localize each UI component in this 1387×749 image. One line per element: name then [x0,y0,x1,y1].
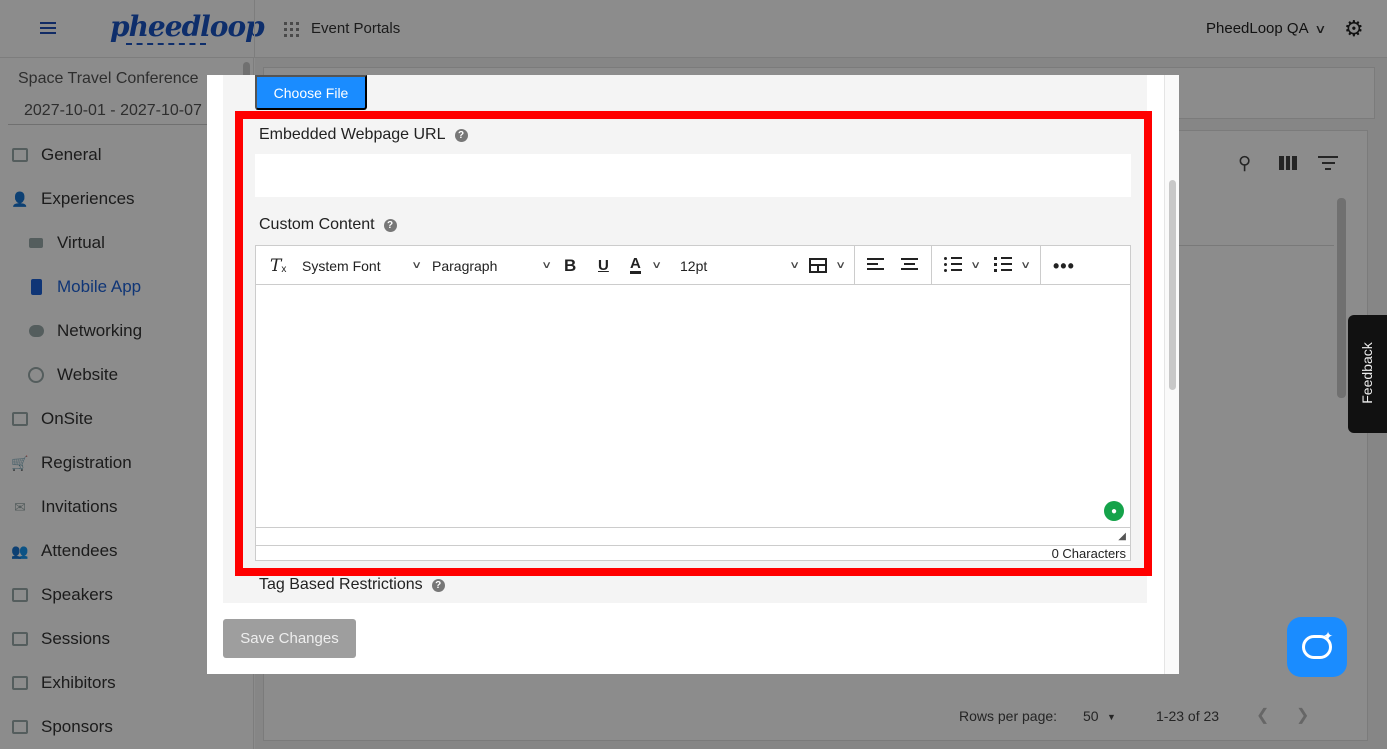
numbered-list-icon [994,256,1012,275]
edit-modal: Choose File Embedded Webpage URL ? Custo… [207,75,1179,674]
choose-file-button[interactable]: Choose File [255,75,367,110]
help-icon[interactable]: ? [431,578,445,592]
character-count: 0 Characters [1051,546,1126,561]
underline-icon: U [598,257,609,274]
block-format-select[interactable]: Paragraph ∨ [432,246,552,285]
more-icon: ••• [1053,255,1075,276]
embedded-url-label: Embedded Webpage URL ? [259,126,468,144]
numbered-list-button[interactable]: ∨ [994,246,1032,285]
align-left-icon [867,258,884,273]
resize-handle-icon[interactable]: ◢ [1118,531,1126,542]
rich-text-editor: Tx System Font ∨ Paragraph ∨ B U A ∨ 12p… [255,245,1131,561]
font-family-value: System Font [302,257,381,274]
block-format-value: Paragraph [432,257,498,274]
font-family-select[interactable]: System Font ∨ [302,246,422,285]
clear-format-button[interactable]: Tx [270,246,286,285]
toolbar-separator [854,246,855,285]
table-icon [809,258,827,273]
editor-statusbar: ◢ [256,527,1130,545]
bold-button[interactable]: B [564,246,576,285]
embedded-url-label-text: Embedded Webpage URL [259,126,446,143]
align-center-icon [901,258,918,273]
tag-restrictions-label: Tag Based Restrictions ? [259,576,445,594]
font-size-select[interactable]: 12pt ∨ [680,246,800,285]
custom-content-label: Custom Content ? [259,216,397,234]
text-color-button[interactable]: A ∨ [630,246,663,285]
grammarly-icon[interactable]: ● [1104,501,1124,521]
feedback-tab[interactable]: Feedback [1348,315,1387,433]
font-size-value: 12pt [680,257,708,274]
embedded-url-input[interactable] [255,154,1131,197]
align-left-button[interactable] [867,246,884,285]
text-color-icon: A [630,255,641,274]
underline-button[interactable]: U [598,246,609,285]
editor-content-area[interactable] [256,286,1130,527]
chevron-down-icon: ∨ [835,260,847,271]
chevron-down-icon: ∨ [410,260,422,271]
sparkle-icon: ✦ [1322,629,1333,643]
chevron-down-icon: ∨ [651,260,663,271]
chevron-down-icon: ∨ [1020,260,1032,271]
table-button[interactable]: ∨ [809,246,847,285]
bullet-list-button[interactable]: ∨ [944,246,982,285]
more-options-button[interactable]: ••• [1053,246,1075,285]
clear-format-x-icon: x [281,264,287,275]
feedback-label: Feedback [1359,342,1375,404]
help-icon[interactable]: ? [454,128,468,142]
clear-format-icon: T [270,255,282,276]
bullet-list-icon [944,256,962,275]
editor-footer: 0 Characters [256,545,1130,561]
bold-icon: B [564,255,577,275]
save-changes-button[interactable]: Save Changes [223,619,356,658]
toolbar-separator [931,246,932,285]
custom-content-label-text: Custom Content [259,216,375,233]
align-center-button[interactable] [901,246,918,285]
toolbar-separator [1040,246,1041,285]
chevron-down-icon: ∨ [788,260,800,271]
tag-restrictions-label-text: Tag Based Restrictions [259,576,423,593]
chevron-down-icon: ∨ [970,260,982,271]
chat-button[interactable]: ✦ [1287,617,1347,677]
modal-scrollbar[interactable] [1164,75,1179,674]
modal-scroll-thumb[interactable] [1169,180,1176,390]
help-icon[interactable]: ? [383,218,397,232]
chevron-down-icon: ∨ [540,260,552,271]
editor-toolbar: Tx System Font ∨ Paragraph ∨ B U A ∨ 12p… [256,246,1130,285]
